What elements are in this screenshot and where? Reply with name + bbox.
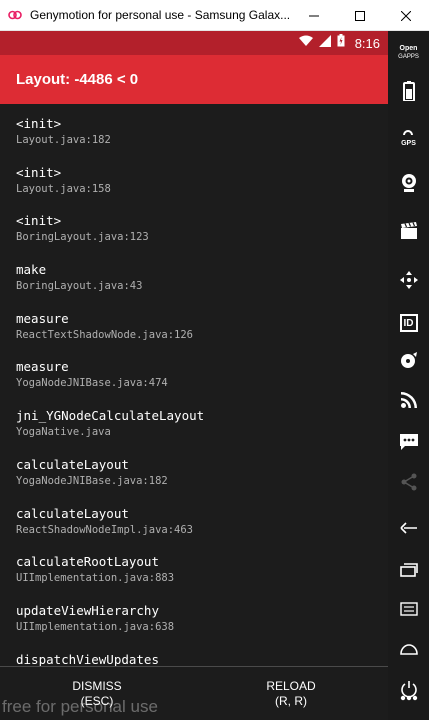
frame-file: BoringLayout.java:123 (16, 231, 149, 244)
stack-frame[interactable]: jni_YGNodeCalculateLayout YogaNative.jav… (0, 396, 388, 445)
dismiss-hint: (ESC) (80, 693, 114, 708)
frame-method: make (16, 262, 47, 278)
battery-status-icon (337, 34, 345, 52)
more-icon[interactable] (388, 680, 429, 716)
stack-frame[interactable]: calculateLayout YogaNodeJNIBase.java:182 (0, 445, 388, 494)
window-title-bar: Genymotion for personal use - Samsung Ga… (0, 0, 429, 31)
frame-method: <init> (16, 116, 62, 131)
maximize-button[interactable] (337, 0, 383, 31)
stack-frame[interactable]: measure YogaNodeJNIBase.java:474 (0, 347, 388, 396)
frame-file: Layout.java:158 (16, 182, 111, 195)
reload-label: RELOAD (266, 678, 316, 693)
frame-method: measure (16, 310, 69, 326)
stack-frame[interactable]: updateViewHierarchy UIImplementation.jav… (0, 591, 388, 640)
frame-method: <init> (16, 213, 62, 229)
window-title: Genymotion for personal use - Samsung Ga… (30, 8, 291, 22)
genymotion-toolbar: Open GAPPS GPS ID (388, 31, 429, 720)
frame-file: BoringLayout.java:43 (16, 280, 143, 293)
stack-trace-list[interactable]: <init> Layout.java:182 <init> Layout.jav… (0, 104, 388, 666)
stack-frame[interactable]: <init> Layout.java:182 (0, 104, 388, 153)
signal-icon (318, 34, 331, 52)
frame-file: ReactTextShadowNode.java:126 (16, 328, 194, 341)
close-button[interactable] (383, 0, 429, 31)
error-actions: DISMISS (ESC) RELOAD (R, R) (0, 666, 388, 720)
dpad-icon[interactable] (388, 262, 429, 298)
stack-frame[interactable]: calculateRootLayout UIImplementation.jav… (0, 542, 388, 591)
frame-method: jni_YGNodeCalculateLayout (16, 408, 205, 424)
stack-frame[interactable]: dispatchViewUpdates (0, 640, 388, 666)
frame-file: UIImplementation.java:883 (16, 572, 175, 585)
error-header: Layout: -4486 < 0 (0, 55, 388, 104)
recent-apps-icon[interactable] (388, 552, 429, 588)
minimize-button[interactable] (291, 0, 337, 31)
disk-io-icon[interactable] (388, 343, 429, 379)
frame-method: updateViewHierarchy (16, 602, 159, 618)
home-icon[interactable] (388, 631, 429, 667)
status-time: 8:16 (354, 35, 380, 51)
reload-button[interactable]: RELOAD (R, R) (194, 667, 388, 720)
status-bar: 8:16 (0, 31, 388, 55)
frame-file: ReactShadowNodeImpl.java:463 (16, 523, 194, 536)
stack-frame[interactable]: measure ReactTextShadowNode.java:126 (0, 299, 388, 348)
frame-method: calculateLayout (16, 505, 129, 521)
frame-method: calculateRootLayout (16, 554, 159, 570)
frame-method: <init> (16, 164, 62, 180)
battery-icon[interactable] (388, 73, 429, 109)
stack-frame[interactable]: make BoringLayout.java:43 (0, 250, 388, 299)
frame-file: YogaNative.java (16, 426, 111, 439)
gps-icon[interactable]: GPS (388, 120, 429, 156)
frame-method: dispatchViewUpdates (16, 651, 159, 666)
dismiss-label: DISMISS (72, 678, 122, 693)
stack-frame[interactable]: <init> BoringLayout.java:123 (0, 201, 388, 250)
frame-file: Layout.java:182 (16, 134, 111, 146)
id-label: ID (403, 317, 414, 329)
wifi-icon (298, 34, 313, 52)
frame-file: UIImplementation.java:638 (16, 620, 175, 633)
rss-icon[interactable] (388, 382, 429, 418)
error-title: Layout: -4486 < 0 (16, 71, 139, 88)
open-gapps-icon[interactable]: Open GAPPS (388, 35, 429, 71)
webcam-icon[interactable] (388, 165, 429, 201)
android-screen: 8:16 Layout: -4486 < 0 <init> Layout.jav… (0, 31, 388, 720)
open-gapps-line1: Open (399, 45, 418, 52)
stack-frame[interactable]: calculateLayout ReactShadowNodeImpl.java… (0, 494, 388, 543)
stack-frame[interactable]: <init> Layout.java:158 (0, 153, 388, 202)
genymotion-app-icon (8, 8, 22, 22)
frame-file: YogaNodeJNIBase.java:474 (16, 377, 168, 390)
sms-icon[interactable] (388, 424, 429, 460)
share-icon[interactable] (388, 464, 429, 500)
frame-method: measure (16, 359, 69, 375)
dismiss-button[interactable]: DISMISS (ESC) (0, 667, 194, 720)
frame-file: YogaNodeJNIBase.java:182 (16, 474, 168, 487)
clapper-icon[interactable] (388, 213, 429, 249)
frame-method: calculateLayout (16, 456, 129, 472)
open-gapps-line2: GAPPS (398, 54, 419, 60)
reload-hint: (R, R) (275, 693, 307, 708)
back-icon[interactable] (388, 510, 429, 546)
gps-label: GPS (401, 139, 416, 147)
menu-icon[interactable] (388, 591, 429, 627)
identifiers-icon[interactable]: ID (388, 305, 429, 341)
